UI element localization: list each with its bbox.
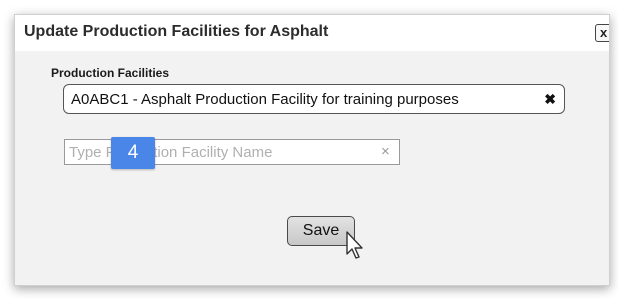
dialog-title: Update Production Facilities for Asphalt [24,23,329,40]
production-facilities-label: Production Facilities [51,66,170,80]
remove-icon[interactable]: ✖ [544,91,556,108]
step-number-badge: 4 [111,137,155,169]
update-facilities-dialog: Update Production Facilities for Asphalt… [14,14,610,286]
dialog-titlebar: Update Production Facilities for Asphalt… [15,15,609,51]
close-button[interactable]: x [595,24,609,42]
screen: Update Production Facilities for Asphalt… [0,0,618,298]
selected-facility-chip: A0ABC1 - Asphalt Production Facility for… [63,84,565,114]
mouse-pointer-icon [346,231,363,259]
clear-icon[interactable]: × [381,143,390,160]
selected-facility-text: A0ABC1 - Asphalt Production Facility for… [71,90,459,108]
